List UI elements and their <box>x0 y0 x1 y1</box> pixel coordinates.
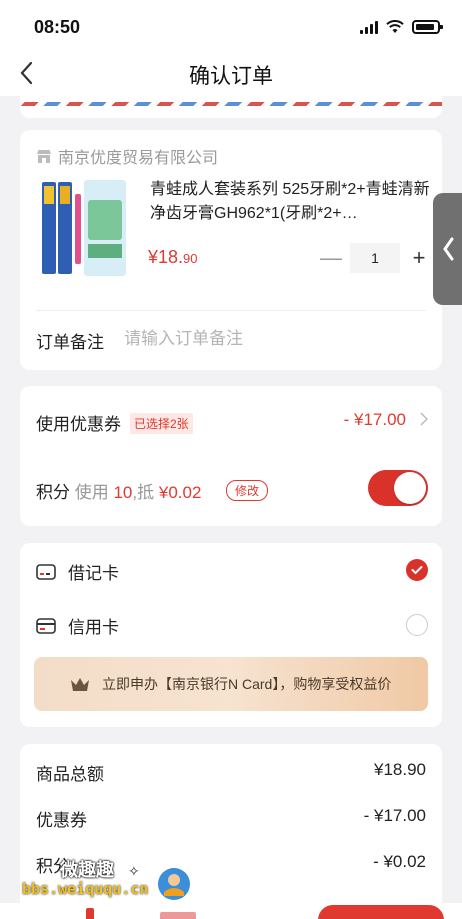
shop-header: 南京优度贸易有限公司 <box>36 144 218 168</box>
shop-name: 南京优度贸易有限公司 <box>58 150 219 167</box>
credit-card-label: 信用卡 <box>68 618 119 637</box>
debit-card-label: 借记卡 <box>68 564 119 583</box>
points-label: 积分 <box>36 483 70 502</box>
coupon-label[interactable]: 使用优惠券 <box>36 410 121 435</box>
price-main: ¥18. <box>148 247 184 267</box>
debit-selected-check-icon[interactable] <box>406 559 428 581</box>
points-toggle[interactable] <box>368 470 428 506</box>
quantity-value[interactable]: 1 <box>350 243 400 273</box>
debit-card-option[interactable]: 借记卡 <box>36 559 119 584</box>
side-drawer-tab[interactable] <box>433 193 462 305</box>
wifi-icon <box>386 20 404 33</box>
summary-value: - ¥0.02 <box>373 852 426 871</box>
modify-points-button[interactable]: 修改 <box>226 480 269 501</box>
bank-card-promo-banner[interactable]: 立即申办【南京银行N Card】，购物享受权益价 <box>34 657 428 711</box>
summary-label: 优惠券 <box>36 811 87 830</box>
payment-card: 借记卡 信用卡 立即申办【南京银行N Card】，购物享受权益价 <box>20 543 442 727</box>
remark-label: 订单备注 <box>36 333 104 352</box>
coupon-value[interactable]: - ¥17.00 <box>344 410 406 430</box>
total-amount-fragment <box>86 908 94 919</box>
summary-value: ¥18.90 <box>374 760 426 779</box>
chevron-right-icon[interactable] <box>420 412 428 426</box>
points-deduct-value: ¥0.02 <box>158 483 202 502</box>
summary-label: 商品总额 <box>36 765 104 784</box>
address-card-edge <box>20 96 442 118</box>
summary-value: - ¥17.00 <box>363 806 426 825</box>
page-title: 确认订单 <box>189 65 273 88</box>
product-price: ¥18.90 <box>148 247 198 268</box>
submit-order-button[interactable] <box>318 905 444 919</box>
status-bar: 08:50 <box>0 0 462 52</box>
quantity-minus-button[interactable]: — <box>316 243 346 273</box>
quantity-stepper: — 1 + <box>316 243 434 273</box>
points-deduct-prefix: ,抵 <box>132 483 155 502</box>
status-time: 08:50 <box>34 17 81 37</box>
coupon-badge: 已选择2张 <box>130 413 193 434</box>
shop-icon <box>37 149 51 163</box>
price-decimal: 90 <box>183 251 198 266</box>
points-use-label: 使用 <box>74 483 109 502</box>
status-icons <box>360 20 443 34</box>
product-title[interactable]: 青蛙成人套装系列 525牙刷*2+青蛙清新净齿牙膏GH962*1(牙刷*2+… <box>150 178 432 226</box>
watermark-url: bbs.weiququ.cn <box>22 880 149 898</box>
battery-icon <box>412 20 443 34</box>
quantity-plus-button[interactable]: + <box>404 243 434 273</box>
envelope-stripe <box>20 102 442 106</box>
points-row: 积分 使用 10,抵 ¥0.02 <box>36 478 201 503</box>
credit-unselected-radio[interactable] <box>406 614 428 636</box>
discount-card: 使用优惠券 已选择2张 - ¥17.00 积分 使用 10,抵 ¥0.02 修改 <box>20 386 442 526</box>
remark-input[interactable] <box>124 326 414 352</box>
product-image[interactable] <box>40 180 130 280</box>
credit-card-option[interactable]: 信用卡 <box>36 613 119 638</box>
promo-text: 立即申办【南京银行N Card】，购物享受权益价 <box>102 676 392 692</box>
watermark-sparkle-icon: ✧ <box>128 863 140 879</box>
nav-bar: 确认订单 <box>0 52 462 96</box>
chevron-left-icon <box>442 237 453 261</box>
watermark-text: 微趣趣 <box>60 860 114 880</box>
card-icon <box>36 617 56 634</box>
watermark-logo-icon <box>158 868 190 900</box>
total-detail-fragment <box>160 912 196 919</box>
shop-card: 南京优度贸易有限公司 青蛙成人套装系列 525牙刷*2+青蛙清新净齿牙膏GH96… <box>20 130 442 370</box>
signal-icon <box>360 20 378 34</box>
card-icon <box>36 563 56 580</box>
crown-icon <box>71 678 89 691</box>
points-count: 10 <box>113 483 133 502</box>
divider <box>36 310 426 311</box>
